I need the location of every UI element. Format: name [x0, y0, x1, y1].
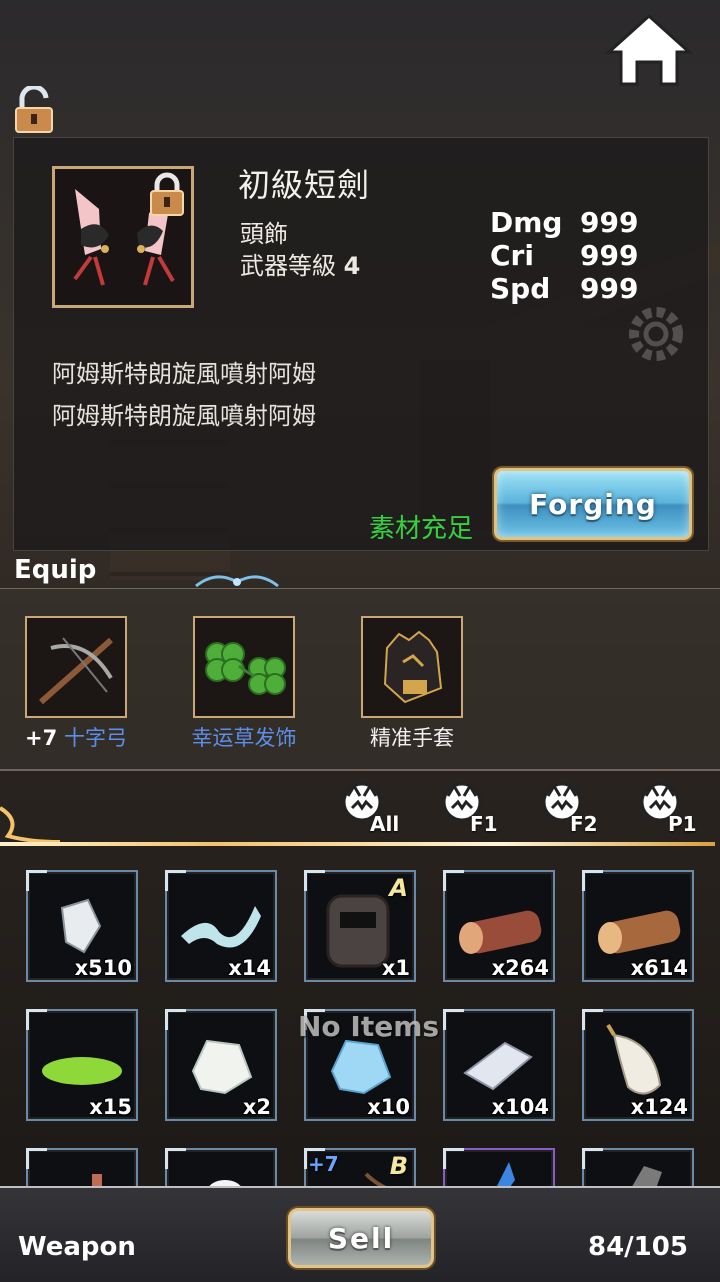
stat-label: Dmg: [490, 206, 563, 239]
item-quantity: x510: [74, 956, 132, 980]
inventory-slot[interactable]: A x1: [304, 870, 416, 982]
inventory-capacity: 84/105: [588, 1232, 688, 1262]
inventory-slot[interactable]: x104: [443, 1009, 555, 1121]
item-description-line: 阿姆斯特朗旋風噴射阿姆: [52, 360, 316, 388]
item-quantity: x124: [630, 1095, 688, 1119]
ornament-swirl-icon: [0, 790, 120, 850]
equip-title: Equip: [14, 555, 97, 585]
item-grade: B: [389, 1152, 408, 1180]
inventory-slot[interactable]: x614: [582, 870, 694, 982]
item-quantity: x14: [228, 956, 271, 980]
inventory-slot[interactable]: x510: [26, 870, 138, 982]
gear-icon: [620, 298, 692, 370]
unlock-icon[interactable]: [12, 84, 58, 134]
item-type: 頭飾: [240, 220, 288, 248]
item-portrait: [52, 166, 194, 308]
item-stats: Dmg 999 Cri 999 Spd 999: [490, 206, 638, 305]
stat-row-spd: Spd 999: [490, 272, 638, 305]
item-quantity: x2: [242, 1095, 271, 1119]
inventory-slot[interactable]: x2: [165, 1009, 277, 1121]
filter-tab-label: F2: [570, 812, 598, 836]
stat-row-dmg: Dmg 999: [490, 206, 638, 239]
inventory-slot[interactable]: [582, 1148, 694, 1186]
item-icon: [209, 1180, 241, 1186]
equip-slot-gloves[interactable]: [361, 616, 463, 718]
item-detail-panel: 初級短劍 頭飾 武器等級 4 Dmg 999 Cri 999 Spd 999 阿…: [13, 137, 709, 551]
home-button[interactable]: [605, 12, 693, 88]
item-level: 武器等級 4: [240, 246, 360, 281]
filter-tab-label: P1: [668, 812, 697, 836]
inventory-slot[interactable]: x15: [26, 1009, 138, 1121]
item-quantity: x10: [367, 1095, 410, 1119]
item-description-line: 阿姆斯特朗旋風噴射阿姆: [52, 402, 316, 430]
clover-icon: [205, 642, 286, 695]
sell-button[interactable]: Sell: [288, 1208, 434, 1268]
item-level-value: 4: [343, 252, 361, 280]
item-name: 初級短劍: [238, 166, 371, 204]
item-quantity: x1: [381, 956, 410, 980]
item-grade: A: [389, 874, 408, 902]
home-icon: [605, 13, 693, 86]
stat-row-cri: Cri 999: [490, 239, 638, 272]
inventory-slot[interactable]: [26, 1148, 138, 1186]
item-quantity: x614: [630, 956, 688, 980]
inventory-slot[interactable]: x14: [165, 870, 277, 982]
item-icon: [92, 1174, 102, 1186]
inventory-slot[interactable]: [165, 1148, 277, 1186]
equip-slot-accessory[interactable]: [193, 616, 295, 718]
equip-item-name: 十字弓: [63, 726, 127, 750]
item-quantity: x104: [491, 1095, 549, 1119]
equip-item-name: 精准手套: [370, 726, 454, 750]
inventory-slot[interactable]: x264: [443, 870, 555, 982]
crossbow-icon: [39, 637, 113, 705]
inventory-slot[interactable]: x124: [582, 1009, 694, 1121]
divider: [0, 842, 715, 846]
materials-status: 素材充足: [369, 514, 474, 544]
forging-button[interactable]: Forging: [494, 468, 692, 540]
filter-tab-f2[interactable]: F2: [540, 780, 610, 838]
equip-item-name: 幸运草发饰: [191, 726, 297, 750]
empty-state-text: No Items: [298, 1010, 440, 1043]
ornament-icon: [192, 568, 282, 594]
stat-label: Spd: [490, 272, 551, 305]
enhance-level: +7: [25, 726, 58, 750]
filter-tab-all[interactable]: All: [340, 780, 410, 838]
item-quantity: x15: [89, 1095, 132, 1119]
equip-slot-weapon[interactable]: [25, 616, 127, 718]
filter-tab-p1[interactable]: P1: [638, 780, 708, 838]
stat-value: 999: [580, 206, 639, 239]
glove-icon: [383, 630, 443, 704]
blue-crystal-icon: [497, 1162, 515, 1186]
item-quantity: x264: [491, 956, 549, 980]
filter-tab-label: F1: [470, 812, 498, 836]
stat-value: 999: [580, 239, 639, 272]
inventory-slot[interactable]: [443, 1148, 555, 1186]
category-label: Weapon: [18, 1232, 136, 1262]
item-icon: [632, 1166, 662, 1186]
item-level-label: 武器等級: [240, 252, 336, 280]
equip-label-weapon: +7 十字弓: [0, 722, 156, 752]
filter-tab-f1[interactable]: F1: [440, 780, 510, 838]
lock-icon[interactable]: [145, 171, 189, 217]
stat-label: Cri: [490, 239, 534, 272]
enhance-level: +7: [308, 1152, 339, 1176]
filter-tab-label: All: [370, 812, 400, 836]
inventory-slot[interactable]: +7 B: [304, 1148, 416, 1186]
